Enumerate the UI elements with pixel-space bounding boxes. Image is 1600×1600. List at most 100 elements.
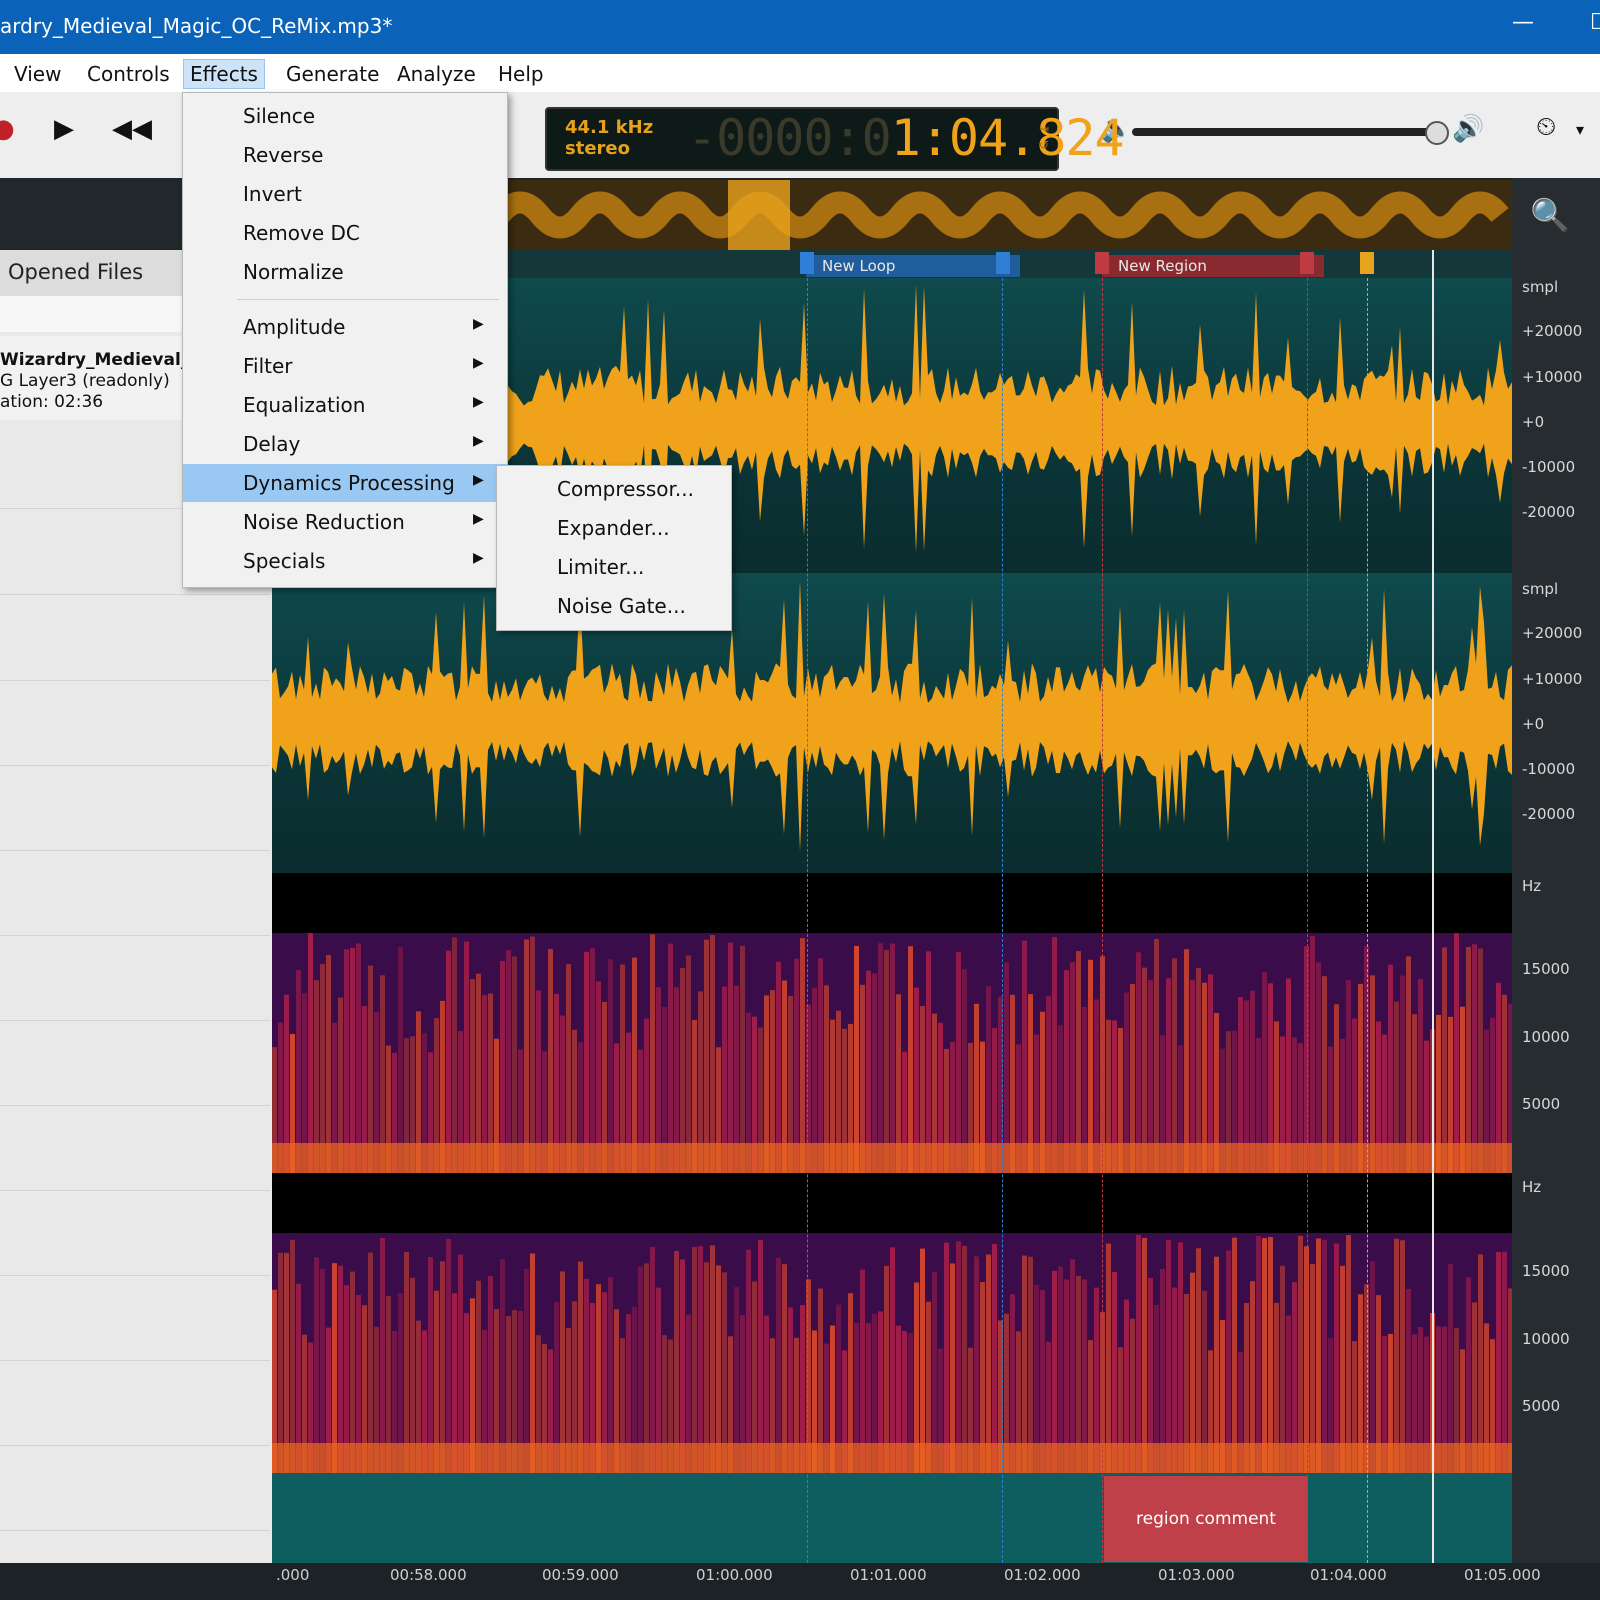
spectrogram-band xyxy=(926,951,931,1173)
region-start-flag[interactable] xyxy=(1095,252,1109,274)
menu-item-expander[interactable]: Expander... xyxy=(497,509,731,547)
spectrogram-right[interactable] xyxy=(272,1173,1513,1473)
spectrogram-band xyxy=(932,1271,937,1473)
menu-item-delay[interactable]: Delay ▶ xyxy=(183,425,507,463)
spectrogram-band xyxy=(1226,1250,1231,1473)
spectrogram-band xyxy=(380,1237,385,1473)
loop-marker[interactable]: New Loop xyxy=(806,255,1020,277)
spectrogram-band xyxy=(1088,959,1093,1173)
file-name: Wizardry_Medieval_M xyxy=(0,350,207,370)
spectrogram-band xyxy=(884,1265,889,1473)
region-end-flag[interactable] xyxy=(1300,252,1314,274)
spectrogram-band xyxy=(776,961,781,1173)
spectrogram-band xyxy=(710,1245,715,1473)
menu-item-equalization[interactable]: Equalization ▶ xyxy=(183,386,507,424)
zoom-in-icon[interactable]: 🔍 xyxy=(1530,196,1570,234)
spectrogram-band xyxy=(794,958,799,1173)
menu-item-reverse[interactable]: Reverse xyxy=(183,136,507,174)
spectrogram-band xyxy=(1502,1251,1507,1473)
spectrogram-band xyxy=(890,943,895,1173)
spectrogram-band xyxy=(680,1259,685,1473)
spectrogram-band xyxy=(1262,1238,1267,1473)
spectrogram-band xyxy=(1400,1240,1405,1473)
spectrogram-band xyxy=(1298,1235,1303,1473)
volume-slider[interactable] xyxy=(1132,128,1440,136)
region-start-line xyxy=(1102,278,1103,1563)
menu-item-noise-gate[interactable]: Noise Gate... xyxy=(497,587,731,625)
loop-start-flag[interactable] xyxy=(800,252,814,274)
spectrogram-band xyxy=(1442,947,1447,1173)
region-comment[interactable]: region comment xyxy=(1104,1476,1308,1562)
menu-analyze[interactable]: Analyze xyxy=(391,60,482,88)
maximize-button[interactable]: ☐ xyxy=(1590,10,1600,35)
spectrogram-band xyxy=(1070,1259,1075,1473)
scale-label: +0 xyxy=(1522,715,1545,733)
loud-speaker-icon[interactable]: 🔊 xyxy=(1452,114,1484,144)
spectrogram-band xyxy=(530,936,535,1173)
minimize-button[interactable]: — xyxy=(1512,10,1534,35)
cue-marker-flag[interactable] xyxy=(1360,252,1374,274)
scale-label: +10000 xyxy=(1522,670,1583,688)
clock-icon[interactable]: ⏲ xyxy=(1536,112,1556,143)
menu-item-remove-dc[interactable]: Remove DC xyxy=(183,214,507,252)
spectrogram-band xyxy=(644,1263,649,1473)
region-marker[interactable]: New Region xyxy=(1102,255,1324,277)
menu-controls[interactable]: Controls xyxy=(81,60,176,88)
spectrogram-band xyxy=(782,1264,787,1473)
spectrogram-band xyxy=(500,1259,505,1473)
spectrogram-band xyxy=(1076,951,1081,1173)
spectrogram-band xyxy=(974,1256,979,1473)
scale-label: smpl xyxy=(1522,580,1559,598)
spectrogram-band xyxy=(1142,1237,1147,1473)
menu-item-limiter[interactable]: Limiter... xyxy=(497,548,731,586)
menu-item-filter[interactable]: Filter ▶ xyxy=(183,347,507,385)
submenu-arrow-icon: ▶ xyxy=(473,472,484,488)
spectrogram-band xyxy=(1196,967,1201,1173)
spectrogram-band xyxy=(650,1246,655,1473)
waveform-overview[interactable] xyxy=(491,180,1512,250)
spectrogram-band xyxy=(632,957,637,1173)
rewind-icon[interactable]: ◀◀ xyxy=(112,114,152,144)
menu-help[interactable]: Help xyxy=(492,60,550,88)
scale-label: +10000 xyxy=(1522,368,1583,386)
spectrogram-band xyxy=(1310,935,1315,1173)
ruler-tick-label: 01:02.000 xyxy=(1004,1566,1081,1584)
menu-item-normalize[interactable]: Normalize xyxy=(183,253,507,291)
display-mode-icon[interactable]: ⇥ ↺ xyxy=(1039,121,1049,153)
record-icon[interactable]: ● xyxy=(0,114,15,144)
spectrogram-band xyxy=(1496,1251,1501,1473)
loop-end-flag[interactable] xyxy=(996,252,1010,274)
waveform-channel-right[interactable] xyxy=(272,573,1512,873)
spectrogram-band xyxy=(590,948,595,1173)
menu-effects[interactable]: Effects xyxy=(183,59,265,89)
menu-item-dynamics-processing[interactable]: Dynamics Processing ▶ xyxy=(183,464,507,502)
menu-generate[interactable]: Generate xyxy=(280,60,385,88)
ruler-tick-label: 01:05.000 xyxy=(1464,1566,1541,1584)
playhead[interactable] xyxy=(1432,250,1434,1563)
right-channel-waveform xyxy=(272,580,1512,852)
ruler-tick-label: 00:59.000 xyxy=(542,1566,619,1584)
menu-item-invert[interactable]: Invert xyxy=(183,175,507,213)
effects-menu: Silence Reverse Invert Remove DC Normali… xyxy=(182,92,508,588)
scale-label: -20000 xyxy=(1522,805,1576,823)
menu-item-silence[interactable]: Silence xyxy=(183,97,507,135)
menu-item-compressor[interactable]: Compressor... xyxy=(497,470,731,508)
spectrogram-band xyxy=(986,1254,991,1473)
spectrogram-band xyxy=(314,1257,319,1473)
spectrogram-band xyxy=(278,1252,283,1473)
spectrogram-left[interactable] xyxy=(272,873,1513,1173)
spectrogram-low-band xyxy=(272,1443,1512,1473)
title-bar: ardry_Medieval_Magic_OC_ReMix.mp3* — ☐ xyxy=(0,0,1600,54)
spectrogram-band xyxy=(1166,1239,1171,1473)
play-icon[interactable]: ▶ xyxy=(54,114,74,144)
scale-label: 5000 xyxy=(1522,1397,1561,1415)
chevron-down-icon[interactable]: ▾ xyxy=(1576,120,1584,139)
scale-label: 5000 xyxy=(1522,1095,1561,1113)
opened-files-tab[interactable]: Opened Files xyxy=(0,250,182,296)
menu-item-noise-reduction[interactable]: Noise Reduction ▶ xyxy=(183,503,507,541)
menu-item-specials[interactable]: Specials ▶ xyxy=(183,542,507,580)
volume-slider-thumb[interactable] xyxy=(1425,121,1449,145)
menu-item-amplitude[interactable]: Amplitude ▶ xyxy=(183,308,507,346)
waveform-shape xyxy=(272,580,1512,852)
menu-view[interactable]: View xyxy=(8,60,67,88)
